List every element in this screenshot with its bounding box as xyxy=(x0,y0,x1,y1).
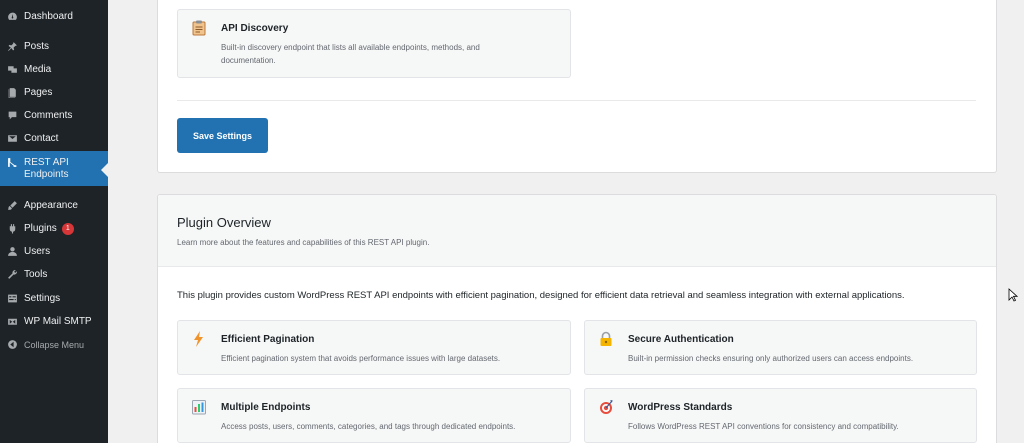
sidebar-item-rest-api-endpoints[interactable]: REST API Endpoints xyxy=(0,151,108,186)
feature-title: Efficient Pagination xyxy=(221,334,315,345)
plugin-icon xyxy=(7,223,18,234)
feature-api-discovery: API Discovery Built-in discovery endpoin… xyxy=(177,9,571,78)
sidebar-item-label: Dashboard xyxy=(24,11,73,22)
smtp-icon xyxy=(7,316,18,327)
sidebar-item-media[interactable]: Media xyxy=(0,58,108,81)
collapse-menu-button[interactable]: Collapse Menu xyxy=(0,333,108,356)
active-indicator-arrow xyxy=(101,163,108,177)
sidebar-item-label: Posts xyxy=(24,41,50,52)
admin-sidebar: Dashboard Posts Media Pages Comments Con… xyxy=(0,0,108,443)
save-settings-button[interactable]: Save Settings xyxy=(177,118,268,153)
feature-description: Follows WordPress REST API conventions f… xyxy=(628,422,899,431)
sidebar-item-label: REST API Endpoints xyxy=(24,157,69,180)
pin-icon xyxy=(7,41,18,52)
feature-title: Secure Authentication xyxy=(628,334,734,345)
endpoints-icon xyxy=(7,157,18,168)
sidebar-item-label: Media xyxy=(24,64,52,75)
overview-intro-text: This plugin provides custom WordPress RE… xyxy=(177,290,905,301)
feature-multiple-endpoints: Multiple Endpoints Access posts, users, … xyxy=(177,388,571,443)
sidebar-item-posts[interactable]: Posts xyxy=(0,35,108,58)
feature-description: Built-in discovery endpoint that lists a… xyxy=(221,41,480,67)
settings-icon xyxy=(7,293,18,304)
feature-title: Multiple Endpoints xyxy=(221,402,311,413)
feature-secure-authentication: Secure Authentication Built-in permissio… xyxy=(584,320,977,375)
update-count-badge: 1 xyxy=(61,222,74,235)
brush-icon xyxy=(7,200,18,211)
users-icon xyxy=(7,246,18,257)
feature-efficient-pagination: Efficient Pagination Efficient paginatio… xyxy=(177,320,571,375)
pages-icon xyxy=(7,87,18,98)
sidebar-item-label: Pages xyxy=(24,87,53,98)
media-icon xyxy=(7,64,18,75)
overview-subtitle: Learn more about the features and capabi… xyxy=(177,238,430,247)
feature-wordpress-standards: WordPress Standards Follows WordPress RE… xyxy=(584,388,977,443)
feature-description: Efficient pagination system that avoids … xyxy=(221,354,501,363)
section-divider xyxy=(177,100,976,101)
sidebar-item-users[interactable]: Users xyxy=(0,240,108,263)
sidebar-item-wp-mail-smtp[interactable]: WP Mail SMTP xyxy=(0,310,108,333)
sidebar-item-label: Tools xyxy=(24,269,48,280)
mail-icon xyxy=(7,133,18,144)
feature-description: Built-in permission checks ensuring only… xyxy=(628,354,914,363)
sidebar-item-label: Comments xyxy=(24,110,73,121)
sidebar-item-settings[interactable]: Settings xyxy=(0,287,108,310)
wrench-icon xyxy=(7,269,18,280)
feature-description-line: documentation. xyxy=(221,56,276,65)
dashboard-icon xyxy=(7,11,18,22)
sidebar-item-label: WP Mail SMTP xyxy=(24,316,92,327)
feature-description-line: Built-in discovery endpoint that lists a… xyxy=(221,43,480,52)
sidebar-item-label: Collapse Menu xyxy=(24,339,85,350)
feature-description: Access posts, users, comments, categorie… xyxy=(221,422,516,431)
feature-title: WordPress Standards xyxy=(628,402,733,413)
target-icon xyxy=(600,400,613,414)
sidebar-item-comments[interactable]: Comments xyxy=(0,104,108,127)
lock-icon xyxy=(600,331,612,346)
comment-icon xyxy=(7,110,18,121)
sidebar-item-tools[interactable]: Tools xyxy=(0,263,108,286)
sidebar-item-plugins[interactable]: Plugins 1 xyxy=(0,217,108,240)
overview-title: Plugin Overview xyxy=(177,215,271,230)
clipboard-icon xyxy=(192,20,206,36)
mouse-cursor-icon xyxy=(1008,288,1018,302)
sidebar-item-label: Plugins xyxy=(24,223,57,234)
feature-title: API Discovery xyxy=(221,23,289,34)
sidebar-item-contact[interactable]: Contact xyxy=(0,127,108,150)
sidebar-item-label: Settings xyxy=(24,293,61,304)
bar-chart-icon xyxy=(192,400,206,415)
overview-header: Plugin Overview Learn more about the fea… xyxy=(158,195,996,267)
collapse-icon xyxy=(7,339,18,350)
sidebar-item-pages[interactable]: Pages xyxy=(0,81,108,104)
sidebar-item-appearance[interactable]: Appearance xyxy=(0,194,108,217)
sidebar-item-label: Users xyxy=(24,246,51,257)
sidebar-item-label: Contact xyxy=(24,133,59,144)
lightning-icon xyxy=(194,331,203,347)
sidebar-item-dashboard[interactable]: Dashboard xyxy=(0,5,108,28)
sidebar-item-label: Appearance xyxy=(24,200,78,211)
